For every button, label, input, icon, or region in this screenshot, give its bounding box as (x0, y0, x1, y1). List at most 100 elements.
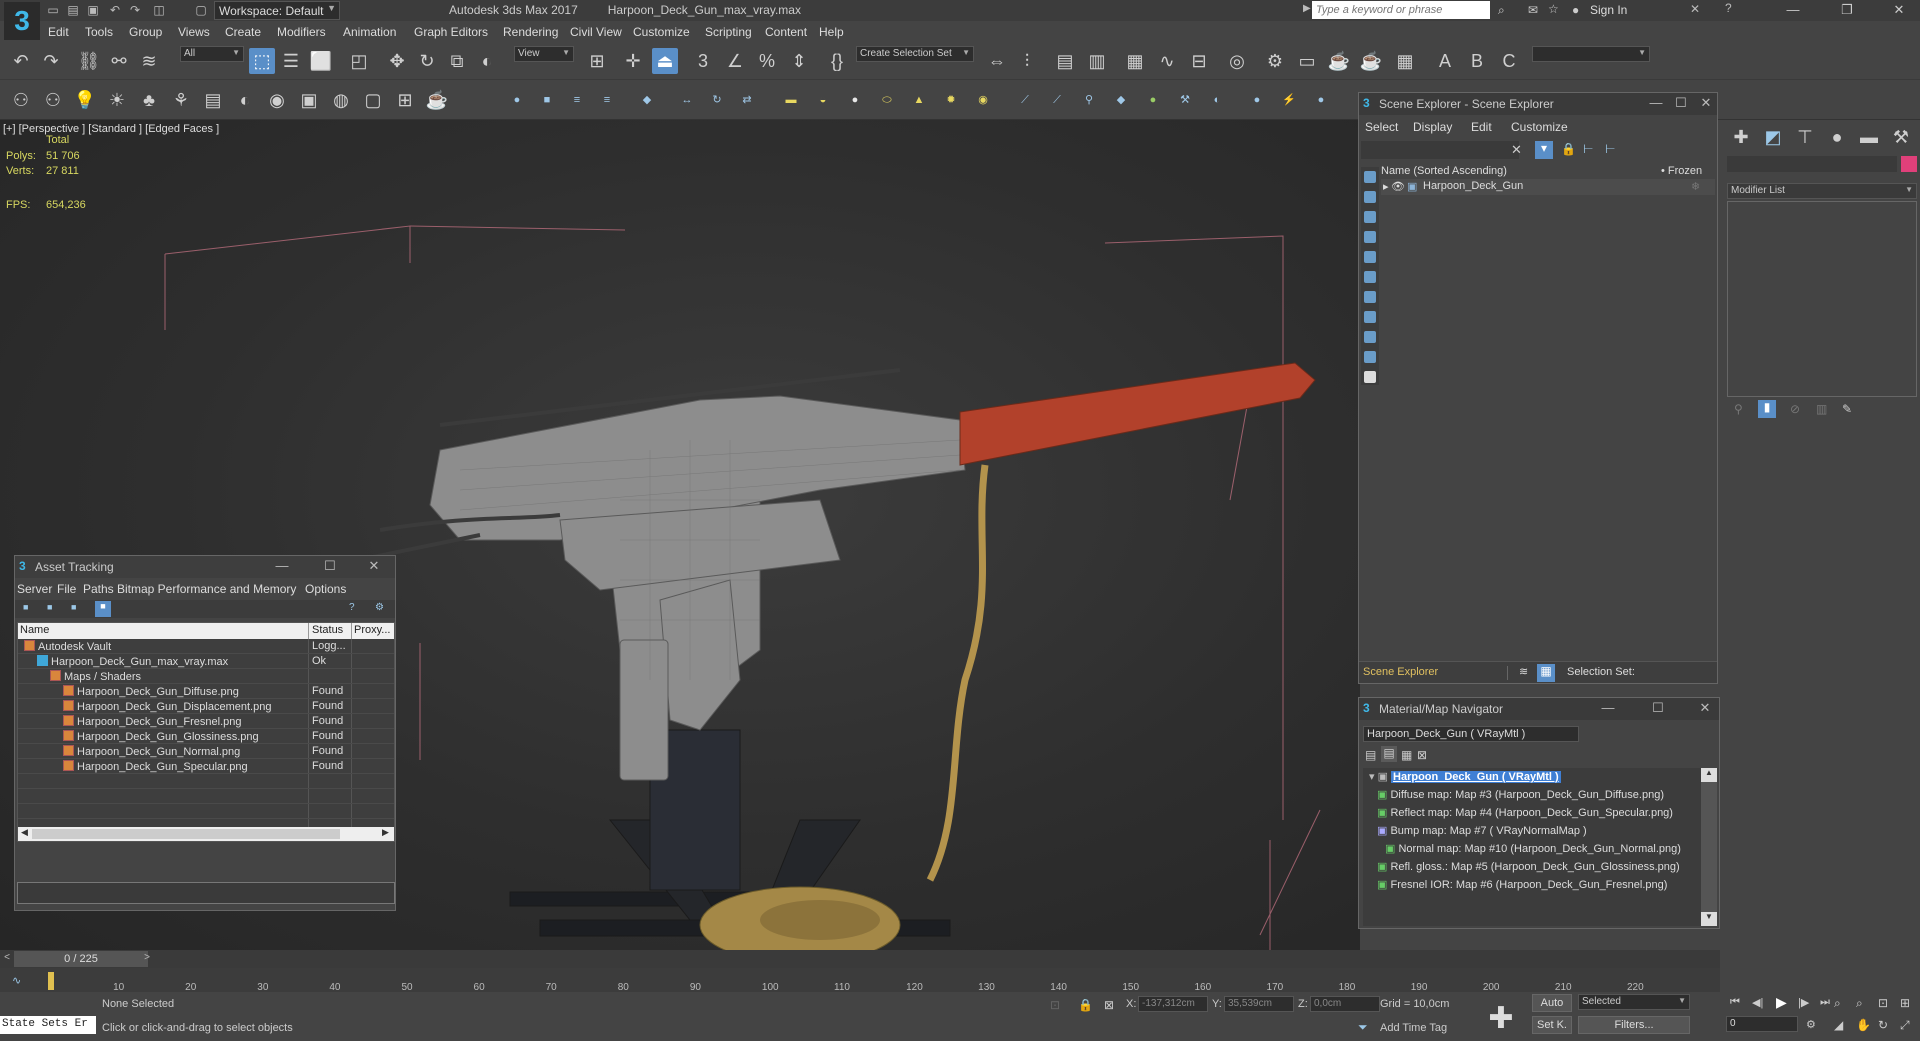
add-key-icon[interactable]: ✚ (1484, 1004, 1518, 1034)
lock-icon[interactable]: 🔒 (1561, 142, 1576, 156)
column-proxy-header[interactable]: Proxy... (354, 624, 390, 636)
vray-render-icon[interactable]: ⚇ (40, 87, 66, 113)
close-icon[interactable]: ✕ (1888, 2, 1910, 18)
search-arrow-icon[interactable]: ▶ (1303, 3, 1311, 14)
menu-scripting[interactable]: Scripting (705, 25, 752, 39)
shape-tool-icon[interactable]: ● (504, 87, 530, 113)
menu-animation[interactable]: Animation (343, 25, 396, 39)
display-xrefs-icon[interactable] (1364, 331, 1376, 343)
go-to-end-icon[interactable]: ⏭ (1820, 996, 1830, 1009)
view-large-icons-icon[interactable]: ⊠ (1417, 748, 1427, 762)
pivot-center-icon[interactable]: ⊞ (584, 48, 610, 74)
extra-tool-icon[interactable]: ⚡ (1276, 87, 1302, 113)
reference-coordinate-dropdown[interactable]: View ▼ (514, 46, 574, 62)
menu-tools[interactable]: Tools (85, 25, 113, 39)
scroll-thumb[interactable] (32, 829, 340, 839)
asset-row[interactable]: Harpoon_Deck_Gun_Diffuse.png Found (18, 684, 394, 699)
scene-menu-customize[interactable]: Customize (1511, 120, 1568, 134)
column-name-header[interactable]: Name (20, 624, 49, 636)
vray-plane-icon[interactable]: ▣ (296, 87, 322, 113)
text-c-icon[interactable]: C (1496, 48, 1522, 74)
menu-edit[interactable]: Edit (48, 25, 69, 39)
asset-row[interactable]: Autodesk Vault Logg... (18, 639, 394, 654)
frozen-toggle-icon[interactable]: ❄ (1691, 180, 1700, 193)
modifier-list-dropdown[interactable]: Modifier List ▼ (1727, 183, 1917, 199)
view-list-icons-icon[interactable]: ▤ (1381, 746, 1397, 762)
asset-row[interactable]: Harpoon_Deck_Gun_Fresnel.png Found (18, 714, 394, 729)
time-config-icon[interactable]: ⚙ (1806, 1018, 1816, 1031)
shape-tool-icon[interactable]: ↔ (674, 87, 700, 113)
x-coordinate-field[interactable]: -137,312cm (1138, 996, 1208, 1012)
asset-menu-file[interactable]: File (57, 582, 76, 596)
vray-fur-icon[interactable]: ♣ (136, 87, 162, 113)
column-frozen-header[interactable]: • Frozen (1661, 165, 1702, 177)
track-bar[interactable]: ∿ 10 20 30 40 50 60 70 80 90 100 110 120 130 140 150 16… (0, 968, 1720, 993)
display-cameras-icon[interactable] (1364, 251, 1376, 263)
zoom-icon[interactable]: ⌕ (1834, 996, 1841, 1011)
search-input[interactable] (1312, 1, 1490, 19)
next-frame-icon[interactable]: |▶ (1798, 996, 1809, 1009)
material-tree-scrollbar[interactable]: ▲ ▼ (1701, 768, 1717, 926)
deform-tool-icon[interactable]: ◆ (1108, 87, 1134, 113)
vray-light-icon[interactable]: 💡 (72, 87, 98, 113)
text-b-icon[interactable]: B (1464, 48, 1490, 74)
create-tab-icon[interactable]: ✚ (1728, 124, 1754, 150)
asset-row[interactable]: Harpoon_Deck_Gun_Glossiness.png Found (18, 729, 394, 744)
rect-selection-icon[interactable]: ⬜ (308, 48, 334, 74)
asset-row[interactable]: Maps / Shaders (18, 669, 394, 684)
material-map-row[interactable]: ▣ Normal map: Map #10 (Harpoon_Deck_Gun_… (1385, 842, 1681, 857)
vray-mesh-export-icon[interactable]: ▤ (200, 87, 226, 113)
rendered-frame-window-icon[interactable]: ▭ (1294, 48, 1320, 74)
communication-icon[interactable]: ✉ (1528, 3, 1538, 17)
vray-sun-icon[interactable]: ☀ (104, 87, 130, 113)
deform-tool-icon[interactable]: ⚒ (1172, 87, 1198, 113)
vray-settings-icon[interactable]: ⊞ (392, 87, 418, 113)
menu-create[interactable]: Create (225, 25, 261, 39)
close-icon[interactable]: ✕ (1697, 95, 1715, 111)
help-icon[interactable]: ? (1725, 1, 1732, 15)
selection-filter-dropdown[interactable]: All ▼ (180, 46, 244, 62)
deform-tool-icon[interactable]: ● (1140, 87, 1166, 113)
scene-menu-edit[interactable]: Edit (1471, 120, 1492, 134)
percent-snap-icon[interactable]: % (754, 48, 780, 74)
place-icon[interactable]: ◐ (474, 48, 500, 74)
named-selection-icon[interactable]: {} (824, 48, 850, 74)
history-icon[interactable]: ■ (71, 602, 76, 612)
set-key-button[interactable]: Set K. (1532, 1016, 1572, 1034)
make-unique-icon[interactable]: ⊘ (1790, 402, 1800, 416)
close-icon[interactable]: ✕ (1696, 700, 1714, 716)
toolbar-empty-dropdown[interactable]: ▼ (1532, 46, 1650, 62)
remove-modifier-icon[interactable]: ▥ (1816, 402, 1827, 416)
vray-physical-camera-icon[interactable]: ◉ (264, 87, 290, 113)
y-coordinate-field[interactable]: 35,539cm (1224, 996, 1294, 1012)
display-geometry-icon[interactable] (1364, 191, 1376, 203)
utilities-tab-icon[interactable]: ⚒ (1888, 124, 1914, 150)
app-logo[interactable]: 3 (4, 2, 40, 40)
layer-stack-icon[interactable]: ≋ (1519, 665, 1528, 678)
asset-menu-options[interactable]: Options (305, 582, 346, 596)
clear-search-icon[interactable]: ✕ (1511, 142, 1522, 158)
link-icon[interactable]: ⛓ (76, 48, 102, 74)
extra-tool-icon[interactable]: ● (1244, 87, 1270, 113)
sign-in-button[interactable]: Sign In (1590, 3, 1627, 17)
display-tab-icon[interactable]: ▬ (1856, 124, 1882, 150)
scale-icon[interactable]: ⧉ (444, 48, 470, 74)
menu-graph-editors[interactable]: Graph Editors (414, 25, 488, 39)
create-selection-set-dropdown[interactable]: Create Selection Set ▼ (856, 46, 974, 62)
select-manipulate-icon[interactable]: ✛ (620, 48, 646, 74)
favorites-icon[interactable]: ☆ (1548, 2, 1559, 16)
scroll-down-icon[interactable]: ▼ (1701, 912, 1717, 926)
key-filters-button[interactable]: Filters... (1578, 1016, 1690, 1034)
key-filter-dropdown[interactable]: Selected ▼ (1578, 994, 1690, 1010)
material-root-row[interactable]: ▾ ▣ Harpoon_Deck_Gun ( VRayMtl ) (1369, 770, 1561, 785)
display-none-icon[interactable] (1364, 371, 1376, 383)
material-map-row[interactable]: ▣ Reflect map: Map #4 (Harpoon_Deck_Gun_… (1377, 806, 1673, 821)
menu-rendering[interactable]: Rendering (503, 25, 558, 39)
state-sets-field[interactable]: State Sets Er (0, 1016, 96, 1034)
bind-space-warp-icon[interactable]: ≋ (136, 48, 162, 74)
display-helpers-icon[interactable] (1364, 271, 1376, 283)
move-icon[interactable]: ✥ (384, 48, 410, 74)
align-icon[interactable]: ⫶ (1014, 48, 1040, 74)
help-icon[interactable]: ? (349, 602, 355, 613)
scroll-left-icon[interactable]: ◀ (21, 827, 28, 838)
